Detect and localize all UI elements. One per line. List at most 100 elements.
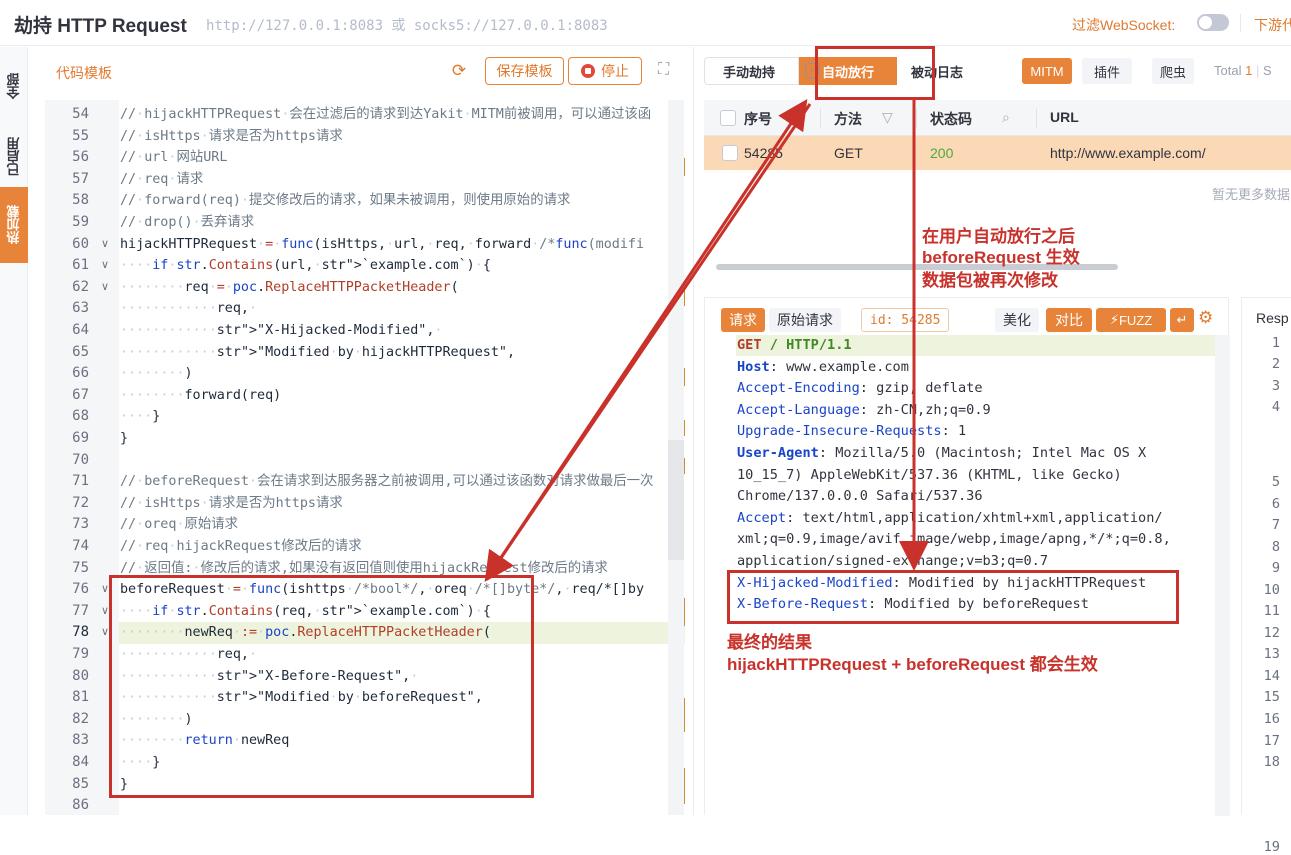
select-all-checkbox[interactable] [720,110,736,126]
compare-button[interactable]: 对比 [1046,308,1092,332]
code-line: 61 ∨ ····if·str.Contains(url,·str">`exampl… [45,255,685,277]
websocket-filter-toggle[interactable] [1197,14,1229,31]
header-value: application/signed-exchange;v=b3;q=0.7 [737,553,1048,569]
col-header-status[interactable]: 状态码 [930,109,972,129]
response-panel: Resp 1 2 3 4 5 6 7 8 9 10 11 12 13 14 15 16 17 18 19 [1241,297,1291,855]
request-line: Accept: text/html,application/xhtml+xml,… [737,508,1163,530]
code-text: ············req,· [120,301,258,317]
header-key: Accept [737,509,787,526]
response-line-number: 7 [1271,517,1280,533]
request-line: X-Before-Request: Modified by beforeRequ… [737,594,1089,616]
line-number: 77 [72,602,89,619]
code-text: ········req·=·poc.ReplaceHTTPPacketHeade… [120,279,459,295]
gear-icon[interactable]: ⚙ [1198,308,1213,328]
total-label: Total [1214,63,1242,78]
row-method: GET [834,145,863,161]
code-template-title: 代码模板 [56,65,112,81]
request-scrollbar[interactable] [1215,335,1230,816]
tab-request[interactable]: 请求 [721,308,765,332]
expand-icon[interactable]: ⛶ [658,61,669,79]
line-number: 67 [72,386,89,403]
code-text: ········forward(req) [120,387,282,403]
col-header-id[interactable]: 序号 [744,109,772,129]
col-header-url[interactable]: URL [1050,109,1079,125]
code-text: ············str">"X-Hijacked-Modified",· [120,323,443,338]
beautify-button[interactable]: 美化 [995,308,1039,332]
editor-scrollbar-thumb[interactable] [668,440,684,560]
side-tab-all[interactable]: 全部 [0,61,28,111]
fold-chevron-icon[interactable]: ∨ [101,255,109,277]
code-line: 72 //·isHttps·请求是否为https请求 [45,493,685,515]
code-editor[interactable]: 54 //·hijackHTTPRequest·会在过滤后的请求到达Yakit·M… [45,100,685,815]
side-tab-enabled[interactable]: 已启用 [0,127,28,187]
code-line: 84 ····} [45,752,685,774]
line-number: 72 [72,494,89,511]
row-checkbox[interactable] [722,145,738,161]
response-line-number: 9 [1271,560,1280,576]
code-line: 70 [45,450,685,472]
code-text: ············req,· [120,647,258,662]
response-tab[interactable]: Resp [1256,310,1289,326]
tab-passive-log[interactable]: 被动日志 [897,57,979,85]
top-bar: 劫持 HTTP Request http://127.0.0.1:8083 或 … [0,0,1291,46]
shield-icon: ! [805,63,819,79]
code-line: 54 //·hijackHTTPRequest·会在过滤后的请求到达Yakit·M… [45,104,685,126]
line-number: 76 [72,581,89,598]
fold-chevron-icon[interactable]: ∨ [101,601,109,623]
annotation-final-1: 最终的结果 [727,633,812,652]
total-extra: S [1262,63,1272,78]
page-title: 劫持 HTTP Request [14,16,187,37]
line-number: 62 [72,278,89,295]
response-line-number: 13 [1263,646,1280,662]
response-line-number: 18 [1263,754,1280,770]
annotation-after-auto-1: 在用户自动放行之后 [922,227,1075,246]
code-line: 65 ············str">"Modified·by·hijackHT… [45,342,685,364]
tab-original-request[interactable]: 原始请求 [769,308,841,332]
table-header: 序号 ↑↓ 方法 ▽ 状态码 ⌕ URL [704,100,1291,136]
tab-manual-hijack[interactable]: 手动劫持 ! [704,57,819,85]
reload-icon[interactable]: ⟳ [450,62,468,80]
search-icon[interactable]: ⌕ [1002,109,1010,126]
code-text: //·isHttps·请求是否为https请求 [120,495,343,511]
side-tab-hot-reload[interactable]: 热加载 [0,187,28,263]
code-line: 71 //·beforeRequest·会在请求到达服务器之前被调用,可以通过该函… [45,471,685,493]
code-text: } [120,431,129,446]
header-value: : zh-CN,zh;q=0.9 [859,401,991,418]
fold-chevron-icon[interactable]: ∨ [101,234,109,256]
plugin-tag[interactable]: 插件 [1082,58,1132,84]
sort-icon[interactable]: ↑↓ [788,109,802,125]
response-line-number: 5 [1271,474,1280,490]
fold-chevron-icon[interactable]: ∨ [101,277,109,299]
code-text: } [120,776,129,792]
mitm-tag[interactable]: MITM [1022,58,1072,84]
line-number: 70 [72,451,89,468]
header-value: 10_15_7) AppleWebKit/537.36 (KHTML, like… [737,466,1122,483]
line-number: 81 [72,689,89,706]
response-line-number: 3 [1271,378,1280,394]
fold-chevron-icon[interactable]: ∨ [101,622,109,644]
send-enter-button[interactable]: ↵ [1170,308,1194,332]
mode-tabs: 手动劫持 ! 自动放行 被动日志 [704,57,979,85]
col-header-method[interactable]: 方法 [834,109,862,129]
code-line: 73 //·oreq·原始请求 [45,514,685,536]
fuzz-button[interactable]: ⚡ FUZZ [1096,308,1166,332]
line-number: 54 [72,106,89,122]
response-line-number: 1 [1271,335,1280,351]
crawler-tag[interactable]: 爬虫 [1152,58,1194,84]
request-editor[interactable]: GET / HTTP/1.1 Host: www.example.com Accep… [705,335,1230,816]
filter-icon[interactable]: ▽ [882,109,893,126]
fold-chevron-icon[interactable]: ∨ [101,579,109,601]
response-line-number: 12 [1263,625,1280,641]
request-line: GET / HTTP/1.1 [737,335,852,357]
code-text: //·drop()·丢弃请求 [120,215,255,230]
table-row[interactable]: 54285 GET 200 http://www.example.com/ [704,136,1291,170]
row-url: http://www.example.com/ [1050,145,1206,161]
code-text: hijackHTTPRequest·=·func(isHttps,·url,·r… [120,236,645,252]
downstream-proxy-link[interactable]: 下游代 [1254,15,1291,35]
request-line: Chrome/137.0.0.0 Safari/537.36 [737,486,983,508]
code-text: //·isHttps·请求是否为https请求 [120,128,343,144]
save-template-button[interactable]: 保存模板 [485,57,564,85]
stop-button[interactable]: 停止 [568,57,642,85]
header-key: X-Before-Request [737,596,868,613]
code-text: ········return·newReq [120,733,290,749]
